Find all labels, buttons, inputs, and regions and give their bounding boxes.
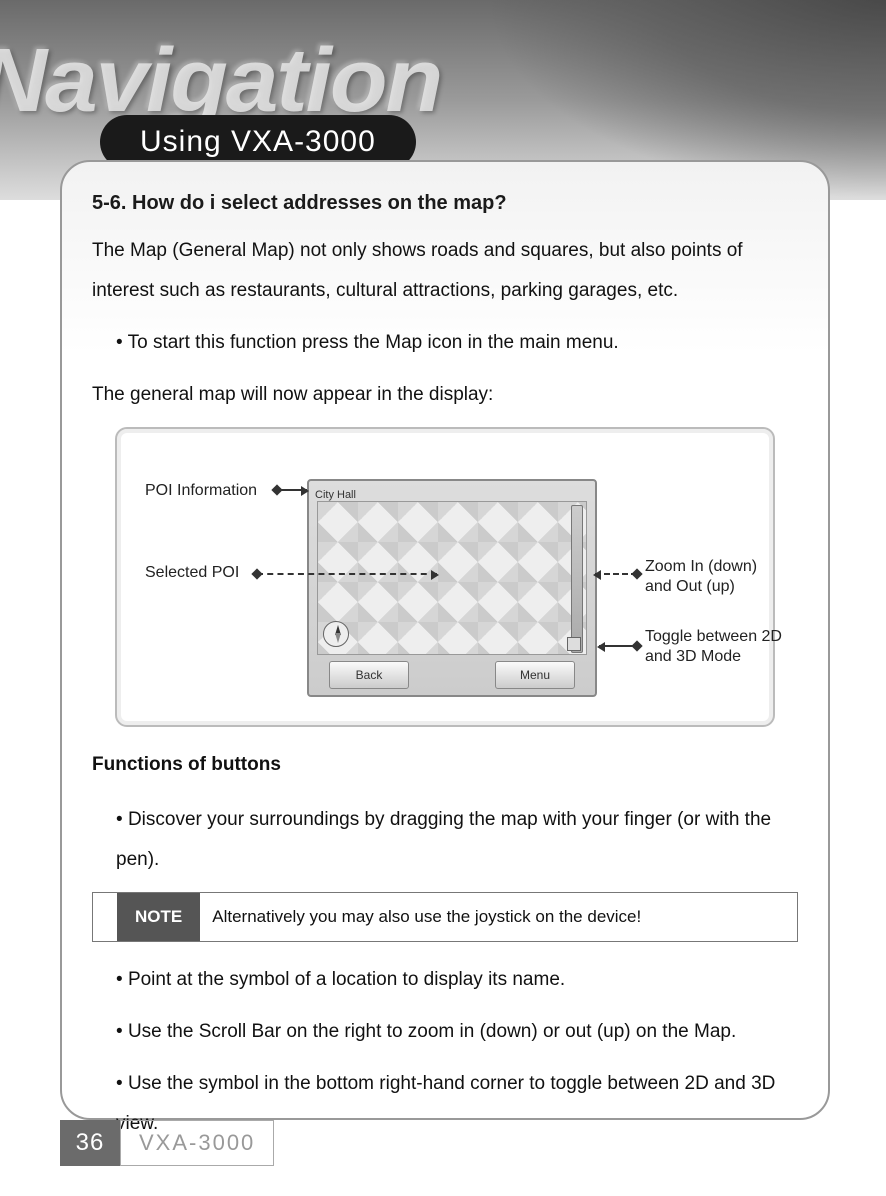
arrow-icon	[599, 645, 637, 647]
arrow-icon	[257, 573, 437, 575]
section-heading: 5-6. How do i select addresses on the ma…	[92, 192, 798, 215]
bullet-point: Point at the symbol of a location to dis…	[92, 960, 798, 1000]
toggle-callout: Toggle between 2D and 3D Mode	[645, 627, 785, 669]
selected-poi-callout: Selected POI	[145, 563, 239, 584]
bullet-discover: Discover your surroundings by dragging t…	[92, 800, 798, 880]
page-number: 36	[60, 1120, 120, 1166]
arrow-icon	[595, 573, 637, 575]
compass-icon	[323, 621, 349, 647]
content-panel: 5-6. How do i select addresses on the ma…	[60, 160, 830, 1120]
menu-button: Menu	[495, 661, 575, 689]
note-label: NOTE	[117, 893, 200, 941]
model-label: VXA-3000	[120, 1120, 274, 1166]
bullet-scrollbar: Use the Scroll Bar on the right to zoom …	[92, 1012, 798, 1052]
view-toggle-icon	[567, 637, 581, 651]
zoom-scrollbar	[571, 505, 583, 653]
arrow-icon	[277, 489, 307, 491]
poi-info-callout: POI Information	[145, 481, 257, 502]
note-row: NOTE Alternatively you may also use the …	[92, 892, 798, 942]
page-footer: 36 VXA-3000	[60, 1120, 274, 1166]
appear-line: The general map will now appear in the d…	[92, 375, 798, 415]
map-diagram: City Hall Back Menu POI Information Sele…	[115, 427, 775, 727]
back-button: Back	[329, 661, 409, 689]
intro-text: The Map (General Map) not only shows roa…	[92, 231, 798, 311]
note-text: Alternatively you may also use the joyst…	[200, 893, 653, 941]
zoom-callout: Zoom In (down) and Out (up)	[645, 557, 775, 599]
start-bullet: To start this function press the Map ico…	[92, 323, 798, 363]
map-area	[317, 501, 587, 655]
functions-heading: Functions of buttons	[92, 745, 798, 785]
device-screen: City Hall Back Menu	[307, 479, 597, 697]
